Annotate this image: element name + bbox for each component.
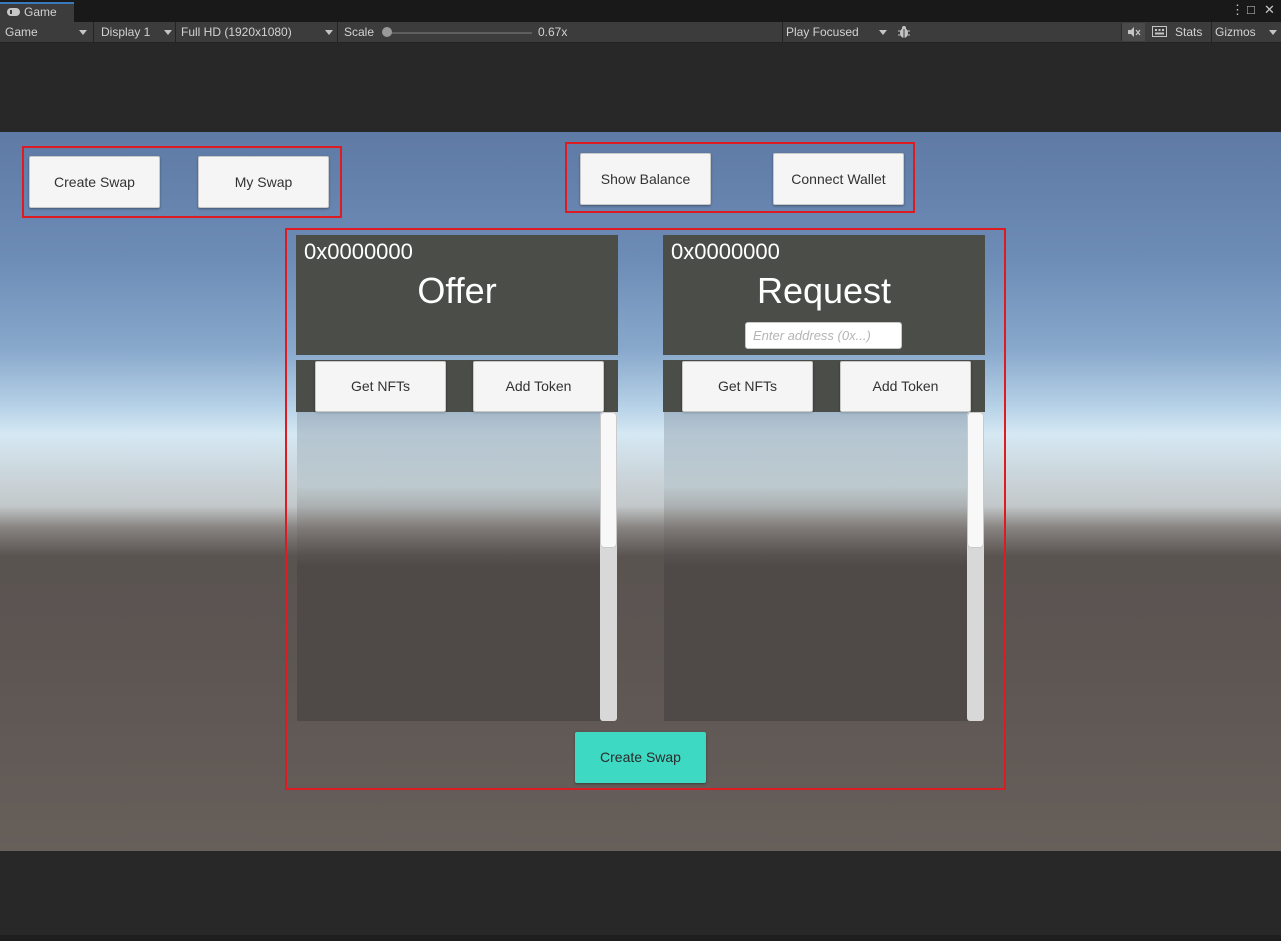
chevron-down-icon [1269,30,1277,35]
offer-scrollbar[interactable] [600,412,617,721]
mute-audio-button[interactable] [1121,23,1145,41]
chevron-down-icon [79,30,87,35]
request-address: 0x0000000 [671,239,780,264]
gizmos-label: Gizmos [1215,25,1256,39]
request-get-nfts-button[interactable]: Get NFTs [682,361,813,412]
scale-value: 0.67x [538,25,568,39]
offer-get-nfts-button[interactable]: Get NFTs [315,361,446,412]
view-mode-value: Game [5,25,38,39]
game-tab-label: Game [24,5,57,19]
my-swap-button[interactable]: My Swap [198,156,329,208]
offer-header: 0x0000000 Offer [296,235,618,355]
resolution-dropdown[interactable]: Full HD (1920x1080) [176,22,338,42]
display-dropdown[interactable]: Display 1 [94,22,176,42]
game-view-toolbar: Game Display 1 Full HD (1920x1080) Scale… [0,22,1281,43]
request-add-token-button[interactable]: Add Token [840,361,971,412]
offer-title: Offer [417,270,497,311]
request-scrollbar-thumb[interactable] [968,413,983,547]
close-icon[interactable]: ✕ [1264,3,1275,17]
request-item-list[interactable] [664,412,968,721]
resolution-value: Full HD (1920x1080) [181,25,292,39]
offer-item-list[interactable] [297,412,601,721]
create-swap-nav-button[interactable]: Create Swap [29,156,160,208]
view-mode-dropdown[interactable]: Game [0,22,94,42]
connect-wallet-button[interactable]: Connect Wallet [773,153,904,205]
scale-label: Scale [344,25,375,39]
play-mode-dropdown[interactable]: Play Focused [782,22,890,42]
gizmos-dropdown[interactable]: Gizmos [1211,22,1281,42]
keyboard-icon [1152,26,1167,37]
chevron-down-icon [325,30,333,35]
offer-add-token-button[interactable]: Add Token [473,361,604,412]
request-header: 0x0000000 Request [663,235,985,355]
play-mode-value: Play Focused [786,25,859,39]
stats-button[interactable]: Stats [1175,22,1202,42]
request-address-input[interactable] [745,322,902,349]
create-swap-submit-button[interactable]: Create Swap [575,732,706,783]
display-value: Display 1 [101,25,151,39]
request-title: Request [756,270,892,311]
mute-audio-icon [1128,27,1141,37]
scale-slider-track[interactable] [386,32,532,34]
more-options-icon[interactable]: ⋮ [1231,3,1244,17]
maximize-icon[interactable]: □ [1247,3,1255,17]
editor-tab-bar: Game ⋮ □ ✕ [0,0,1281,22]
gamepad-icon [7,8,20,16]
offer-scrollbar-thumb[interactable] [601,413,616,547]
shortcuts-button[interactable] [1148,22,1172,42]
game-tab[interactable]: Game [0,2,74,22]
show-balance-button[interactable]: Show Balance [580,153,711,205]
bug-icon [898,26,910,38]
offer-address: 0x0000000 [304,239,413,264]
chevron-down-icon [879,30,887,35]
scale-slider-thumb[interactable] [382,27,392,37]
request-scrollbar[interactable] [967,412,984,721]
debug-button[interactable] [893,22,917,42]
chevron-down-icon [164,30,172,35]
window-bottom-edge [0,935,1281,941]
